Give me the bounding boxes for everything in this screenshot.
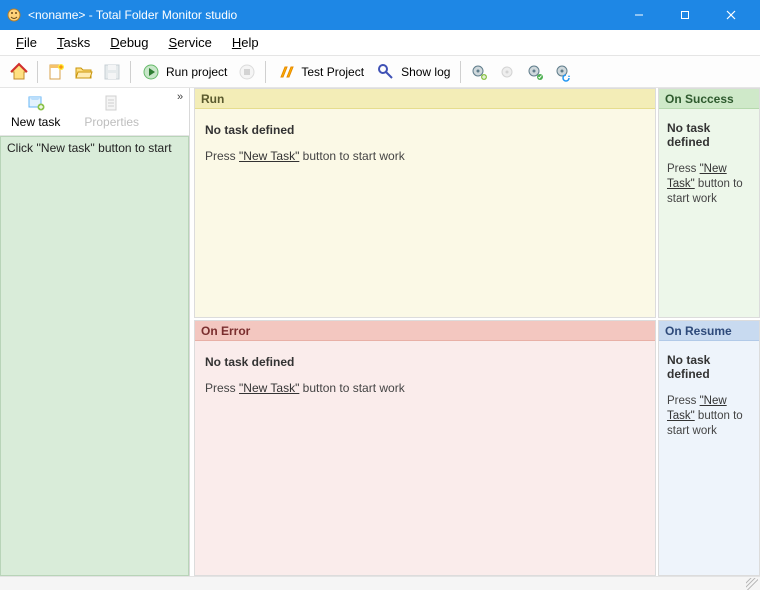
stop-icon — [237, 62, 257, 82]
save-icon — [102, 62, 122, 82]
panel-error-message: Press "New Task" button to start work — [205, 381, 645, 395]
panel-run: Run No task defined Press "New Task" but… — [194, 88, 656, 318]
task-list-hint: Click ''New task'' button to start — [7, 141, 172, 155]
gear-refresh-icon — [553, 62, 573, 82]
panel-resume-heading: No task defined — [667, 353, 751, 382]
gear2-button[interactable] — [494, 59, 520, 85]
home-button[interactable] — [6, 59, 32, 85]
panel-run-body: No task defined Press "New Task" button … — [195, 109, 655, 317]
panels-area: Run No task defined Press "New Task" but… — [190, 88, 760, 576]
open-button[interactable] — [71, 59, 97, 85]
panel-resume-body: No task defined Press "New Task" button … — [659, 341, 759, 575]
folder-open-icon — [74, 62, 94, 82]
gear3-button[interactable] — [522, 59, 548, 85]
statusbar — [0, 576, 760, 590]
chevron-right-icon: » — [177, 91, 183, 103]
gear-check-icon — [525, 62, 545, 82]
menu-file[interactable]: File — [6, 32, 47, 53]
gear-icon — [497, 62, 517, 82]
separator — [130, 61, 131, 83]
app-icon — [6, 7, 22, 23]
test-project-label: Test Project — [301, 65, 364, 79]
panel-error-heading: No task defined — [205, 355, 645, 369]
separator — [37, 61, 38, 83]
panel-run-heading: No task defined — [205, 123, 645, 137]
save-button[interactable] — [99, 59, 125, 85]
panel-resume-header: On Resume — [659, 321, 759, 341]
sidebar: New task Properties » Click ''New task''… — [0, 88, 190, 576]
gear1-button[interactable] — [466, 59, 492, 85]
toolbar: Run project Test Project Show log — [0, 56, 760, 88]
panel-success-heading: No task defined — [667, 121, 751, 150]
test-project-button[interactable]: Test Project — [271, 59, 369, 85]
new-task-link[interactable]: "New Task" — [239, 149, 299, 163]
menu-tasks[interactable]: Tasks — [47, 32, 100, 53]
separator — [460, 61, 461, 83]
panel-success-header: On Success — [659, 89, 759, 109]
stop-button[interactable] — [234, 59, 260, 85]
panel-resume: On Resume No task defined Press "New Tas… — [658, 320, 760, 576]
show-log-label: Show log — [401, 65, 450, 79]
log-icon — [376, 62, 396, 82]
minimize-button[interactable] — [616, 0, 662, 30]
titlebar: <noname> - Total Folder Monitor studio — [0, 0, 760, 30]
new-task-link[interactable]: "New Task" — [239, 381, 299, 395]
gear4-button[interactable] — [550, 59, 576, 85]
properties-button[interactable]: Properties — [81, 92, 142, 130]
panel-success: On Success No task defined Press "New Ta… — [658, 88, 760, 318]
panel-error: On Error No task defined Press "New Task… — [194, 320, 656, 576]
run-icon — [141, 62, 161, 82]
menu-help[interactable]: Help — [222, 32, 269, 53]
workarea: New task Properties » Click ''New task''… — [0, 88, 760, 576]
gear-plus-icon — [469, 62, 489, 82]
new-task-icon — [26, 93, 46, 113]
close-button[interactable] — [708, 0, 754, 30]
panel-resume-message: Press "New Task" button to start work — [667, 394, 751, 439]
show-log-button[interactable]: Show log — [371, 59, 455, 85]
new-file-icon — [46, 62, 66, 82]
menubar: File Tasks Debug Service Help — [0, 30, 760, 56]
panel-error-header: On Error — [195, 321, 655, 341]
panel-success-body: No task defined Press "New Task" button … — [659, 109, 759, 317]
new-button[interactable] — [43, 59, 69, 85]
properties-label: Properties — [84, 115, 139, 129]
new-task-label: New task — [11, 115, 60, 129]
test-icon — [276, 62, 296, 82]
side-toolbar: New task Properties » — [0, 88, 189, 136]
new-task-button[interactable]: New task — [8, 92, 63, 130]
home-icon — [9, 62, 29, 82]
run-project-label: Run project — [166, 65, 227, 79]
task-list[interactable]: Click ''New task'' button to start — [0, 136, 189, 576]
panel-success-message: Press "New Task" button to start work — [667, 162, 751, 207]
panel-run-header: Run — [195, 89, 655, 109]
panel-error-body: No task defined Press "New Task" button … — [195, 341, 655, 575]
properties-icon — [102, 93, 122, 113]
expand-sidebar-button[interactable]: » — [173, 90, 187, 104]
run-project-button[interactable]: Run project — [136, 59, 232, 85]
panel-run-message: Press "New Task" button to start work — [205, 149, 645, 163]
menu-debug[interactable]: Debug — [100, 32, 158, 53]
separator — [265, 61, 266, 83]
window-title: <noname> - Total Folder Monitor studio — [28, 8, 237, 22]
menu-service[interactable]: Service — [159, 32, 222, 53]
size-grip-icon[interactable] — [746, 578, 758, 590]
maximize-button[interactable] — [662, 0, 708, 30]
